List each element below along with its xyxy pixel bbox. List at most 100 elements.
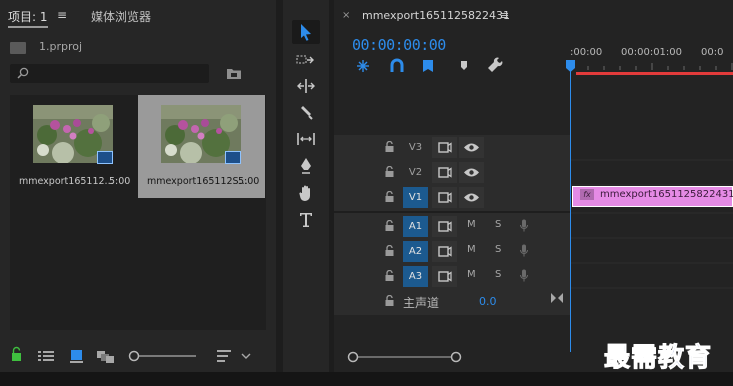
sequence-tab[interactable]: mmexport1651125822431 bbox=[362, 9, 510, 22]
clip-name: mmexport165112S... bbox=[147, 176, 248, 187]
toggle-output[interactable] bbox=[459, 187, 484, 208]
project-file-name: 1.prproj bbox=[39, 40, 83, 53]
type-tool-icon[interactable] bbox=[292, 208, 320, 232]
playhead-line[interactable] bbox=[570, 62, 571, 352]
audio-track: A1 M S bbox=[334, 214, 733, 239]
clip-duration: 5:00 bbox=[109, 176, 131, 187]
work-area-bar[interactable] bbox=[576, 72, 733, 75]
master-track-label: 主声道 bbox=[403, 296, 440, 310]
solo-button[interactable]: S bbox=[495, 269, 501, 280]
microphone-icon[interactable] bbox=[519, 219, 529, 233]
video-track: V2 bbox=[334, 160, 733, 185]
slip-tool-icon[interactable] bbox=[292, 127, 320, 151]
eye-icon bbox=[464, 143, 479, 152]
freeform-view-icon[interactable] bbox=[97, 351, 114, 363]
track-target-active[interactable]: A3 bbox=[403, 266, 428, 287]
video-track: V3 bbox=[334, 135, 733, 160]
sync-lock-toggle[interactable] bbox=[432, 216, 457, 237]
snap-icon[interactable] bbox=[357, 60, 369, 72]
clip-name: mmexport165112... bbox=[19, 176, 114, 187]
project-bottom-bar bbox=[12, 346, 251, 363]
razor-tool-icon[interactable] bbox=[292, 101, 320, 125]
track-target[interactable]: V2 bbox=[403, 162, 428, 183]
tab-project[interactable]: 项目: 1 bbox=[8, 8, 48, 25]
panel-menu-icon[interactable]: ≡ bbox=[57, 8, 67, 22]
list-view-icon[interactable] bbox=[38, 351, 54, 361]
sync-lock-toggle[interactable] bbox=[432, 187, 457, 208]
close-icon[interactable]: × bbox=[342, 10, 350, 21]
icon-view-icon[interactable] bbox=[70, 350, 83, 363]
film-icon bbox=[438, 221, 452, 232]
selection-tool-icon[interactable] bbox=[292, 20, 320, 44]
clip-duration: 5:00 bbox=[238, 176, 260, 187]
add-marker-icon[interactable] bbox=[423, 60, 433, 72]
ripple-edit-tool-icon[interactable] bbox=[292, 74, 320, 98]
track-lock-icon[interactable] bbox=[385, 166, 394, 177]
microphone-icon[interactable] bbox=[519, 269, 529, 283]
clip-item[interactable]: mmexport165112... 5:00 bbox=[10, 95, 138, 198]
tools-panel bbox=[283, 0, 329, 372]
film-icon bbox=[438, 246, 452, 257]
wrench-icon[interactable] bbox=[488, 57, 503, 72]
sequence-badge-icon bbox=[225, 151, 241, 164]
linked-selection-icon[interactable] bbox=[390, 58, 404, 72]
track-lock-icon[interactable] bbox=[385, 141, 394, 152]
zoom-slider[interactable] bbox=[128, 350, 197, 362]
pen-tool-icon[interactable] bbox=[292, 154, 320, 178]
track-select-tool-icon[interactable] bbox=[292, 48, 320, 72]
mute-button[interactable]: M bbox=[467, 244, 476, 255]
panel-menu-icon[interactable]: ≡ bbox=[500, 9, 509, 22]
track-lock-icon[interactable] bbox=[385, 191, 394, 202]
track-lock-icon[interactable] bbox=[385, 270, 394, 281]
film-icon bbox=[438, 142, 452, 153]
hand-tool-icon[interactable] bbox=[292, 181, 320, 205]
watermark-logo: 最需教育 bbox=[603, 343, 713, 374]
track-lock-icon[interactable] bbox=[385, 220, 394, 231]
solo-button[interactable]: S bbox=[495, 219, 501, 230]
search-icon bbox=[17, 67, 29, 79]
playhead-timecode[interactable]: 00:00:00:00 bbox=[352, 36, 446, 54]
mute-button[interactable]: M bbox=[467, 269, 476, 280]
marker-icon[interactable] bbox=[461, 61, 467, 70]
toggle-output[interactable] bbox=[459, 137, 484, 158]
master-volume-value[interactable]: 0.0 bbox=[479, 295, 497, 308]
track-lock-icon[interactable] bbox=[385, 295, 394, 306]
new-bin-icon[interactable] bbox=[226, 66, 242, 80]
time-ruler[interactable]: :00:00 00:00:01:00 00:0 bbox=[570, 36, 733, 76]
chevron-down-icon[interactable] bbox=[241, 353, 251, 359]
track-target[interactable]: V3 bbox=[403, 137, 428, 158]
sync-lock-toggle[interactable] bbox=[432, 266, 457, 287]
tab-media-browser[interactable]: 媒体浏览器 bbox=[91, 8, 151, 25]
sort-icon[interactable] bbox=[217, 350, 231, 362]
sequence-badge-icon bbox=[97, 151, 113, 164]
av-divider[interactable] bbox=[334, 211, 570, 213]
film-icon bbox=[438, 192, 452, 203]
track-target-active[interactable]: V1 bbox=[403, 187, 428, 208]
active-tab-indicator bbox=[8, 26, 48, 28]
solo-button[interactable]: S bbox=[495, 244, 501, 255]
search-input[interactable] bbox=[10, 64, 209, 83]
film-icon bbox=[438, 167, 452, 178]
go-to-end-icon[interactable] bbox=[550, 292, 564, 304]
playhead-handle[interactable] bbox=[566, 60, 575, 72]
clip-item-selected[interactable]: mmexport165112S... 5:00 bbox=[138, 95, 265, 198]
ruler-label: :00:00 bbox=[570, 47, 603, 58]
lock-icon[interactable] bbox=[12, 346, 21, 362]
sync-lock-toggle[interactable] bbox=[432, 162, 457, 183]
microphone-icon[interactable] bbox=[519, 244, 529, 258]
eye-icon bbox=[464, 168, 479, 177]
mute-button[interactable]: M bbox=[467, 219, 476, 230]
audio-track: A2 M S bbox=[334, 239, 733, 264]
track-target-active[interactable]: A2 bbox=[403, 241, 428, 262]
project-file-icon bbox=[10, 42, 26, 54]
ruler-label: 00:00:01:00 bbox=[621, 47, 683, 58]
sync-lock-toggle[interactable] bbox=[432, 241, 457, 262]
track-target-active[interactable]: A1 bbox=[403, 216, 428, 237]
timeline-toolbar bbox=[357, 57, 503, 72]
track-lock-icon[interactable] bbox=[385, 245, 394, 256]
ruler-ticks bbox=[571, 63, 733, 70]
film-icon bbox=[438, 271, 452, 282]
toggle-output[interactable] bbox=[459, 162, 484, 183]
fx-badge: fx bbox=[580, 189, 594, 200]
sync-lock-toggle[interactable] bbox=[432, 137, 457, 158]
